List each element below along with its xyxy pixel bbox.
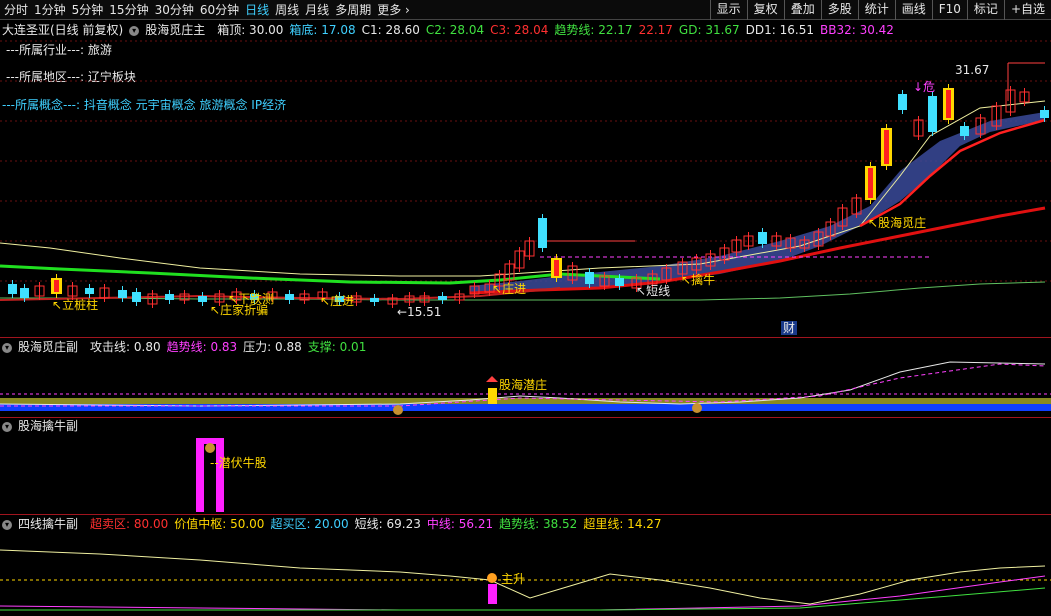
- p2-butterfly-icon: [486, 376, 498, 382]
- danger-label: ↓危: [913, 80, 936, 94]
- lizhuang-label: ↖立桩柱: [52, 298, 99, 312]
- duanxian-label: ↖短线: [636, 284, 671, 298]
- zhuang-jin-label: ↖庄进: [492, 282, 527, 296]
- action-button-7[interactable]: 标记: [966, 0, 1004, 20]
- action-button-2[interactable]: 叠加: [783, 0, 821, 20]
- candle-body-17: [285, 294, 294, 300]
- candle-body-12: [198, 296, 207, 302]
- candle-body-49: [758, 232, 767, 244]
- candle-core-3: [54, 280, 59, 292]
- candle-body-8: [132, 292, 141, 302]
- indicator-dropdown-icon[interactable]: ▾: [129, 25, 140, 36]
- xiadie-label: ↖下跌测: [228, 292, 275, 306]
- candle-body-7: [118, 290, 127, 298]
- p2-money-icon-1: [393, 405, 403, 415]
- candle-body-34: [538, 218, 547, 248]
- period-tab-9[interactable]: 多周期: [335, 2, 371, 18]
- p4-up-icon: [487, 573, 497, 583]
- period-tab-1[interactable]: 1分钟: [34, 2, 66, 18]
- candle-core-62: [946, 90, 951, 118]
- period-tab-6[interactable]: 日线: [245, 2, 269, 18]
- action-button-4[interactable]: 统计: [857, 0, 895, 20]
- p3-signal-bar-inner: [204, 444, 216, 512]
- period-tab-5[interactable]: 60分钟: [200, 2, 239, 18]
- action-button-6[interactable]: F10: [931, 0, 967, 20]
- panel4-signal: 主升: [501, 572, 526, 586]
- action-buttons: 显示 复权 叠加 多股 统计 画线 F10 标记 +自选: [709, 0, 1051, 20]
- action-button-8[interactable]: +自选: [1003, 0, 1051, 20]
- period-tab-7[interactable]: 周线: [275, 2, 299, 18]
- support-band-blue: [0, 404, 1051, 411]
- period-tab-4[interactable]: 30分钟: [155, 2, 194, 18]
- panel4-chart[interactable]: [0, 516, 1051, 616]
- period-tab-3[interactable]: 15分钟: [109, 2, 148, 18]
- low-price-label: ←15.51: [397, 305, 442, 319]
- candle-core-58: [884, 130, 889, 164]
- candle-body-39: [615, 278, 624, 286]
- period-tab-8[interactable]: 月线: [305, 2, 329, 18]
- zhuang-signal-label: ↖股海觅庄: [868, 216, 927, 230]
- zhuangjin2-label: ↖庄进: [320, 294, 355, 308]
- panel3-chart[interactable]: [0, 418, 1051, 514]
- candle-body-22: [370, 298, 379, 302]
- candle-body-59: [898, 94, 907, 110]
- candle-body-68: [1040, 110, 1049, 118]
- p3-money-icon: [205, 443, 215, 453]
- high-price-label: 31.67: [955, 63, 990, 77]
- period-tab-0[interactable]: 分时: [4, 2, 28, 18]
- finance-marker[interactable]: 财: [781, 321, 798, 335]
- action-button-3[interactable]: 多股: [820, 0, 858, 20]
- candle-core-57: [868, 168, 873, 198]
- panel2-signal: 股海潜庄: [499, 378, 548, 392]
- candle-body-0: [8, 284, 17, 294]
- action-button-5[interactable]: 画线: [894, 0, 932, 20]
- qinniu-label: ↖擒牛: [681, 273, 716, 287]
- candle-body-26: [438, 296, 447, 300]
- candle-body-1: [20, 288, 29, 298]
- panel3-signal: --潜伏牛股: [210, 456, 267, 470]
- panel-divider-3: [0, 514, 1051, 515]
- period-tabs: 分时 1分钟 5分钟 15分钟 30分钟 60分钟 日线 周线 月线 多周期 更多 ›: [4, 2, 410, 18]
- candle-body-10: [165, 294, 174, 300]
- high-bracket: [1007, 62, 1045, 101]
- period-tab-2[interactable]: 5分钟: [72, 2, 104, 18]
- action-button-1[interactable]: 复权: [746, 0, 784, 20]
- p2-signal-bar: [488, 388, 497, 404]
- period-toolbar: 分时 1分钟 5分钟 15分钟 30分钟 60分钟 日线 周线 月线 多周期 更多 › 显示 复权 叠加…: [0, 0, 1051, 20]
- period-tab-10[interactable]: 更多 ›: [377, 2, 410, 18]
- candle-body-61: [928, 96, 937, 132]
- candle-body-37: [585, 272, 594, 284]
- candle-body-5: [85, 288, 94, 294]
- p4-trend-line: [0, 587, 1046, 611]
- candle-core-35: [554, 260, 559, 276]
- action-button-0[interactable]: 显示: [709, 0, 747, 20]
- p4-signal-bar: [488, 584, 497, 604]
- candle-body-63: [960, 126, 969, 136]
- p2-money-icon-2: [692, 403, 702, 413]
